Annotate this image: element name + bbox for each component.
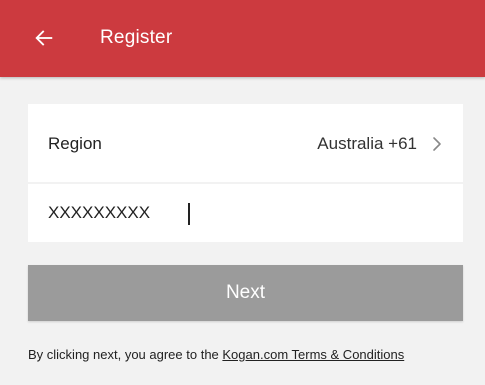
text-cursor xyxy=(188,203,190,225)
chevron-right-icon xyxy=(433,137,441,151)
next-button[interactable]: Next xyxy=(28,265,463,321)
terms-text: By clicking next, you agree to the Kogan… xyxy=(28,347,463,363)
terms-prefix: By clicking next, you agree to the xyxy=(28,347,223,362)
terms-link[interactable]: Kogan.com Terms & Conditions xyxy=(222,347,404,362)
region-label: Region xyxy=(48,134,102,153)
back-button[interactable] xyxy=(26,20,62,56)
region-selector[interactable]: Region Australia +61 xyxy=(28,104,463,182)
phone-number-input[interactable] xyxy=(28,184,463,242)
page-title: Register xyxy=(100,27,173,48)
region-value: Australia +61 xyxy=(317,134,417,153)
arrow-left-icon xyxy=(35,30,53,46)
phone-field[interactable] xyxy=(28,184,463,242)
app-bar: Register xyxy=(0,0,485,77)
